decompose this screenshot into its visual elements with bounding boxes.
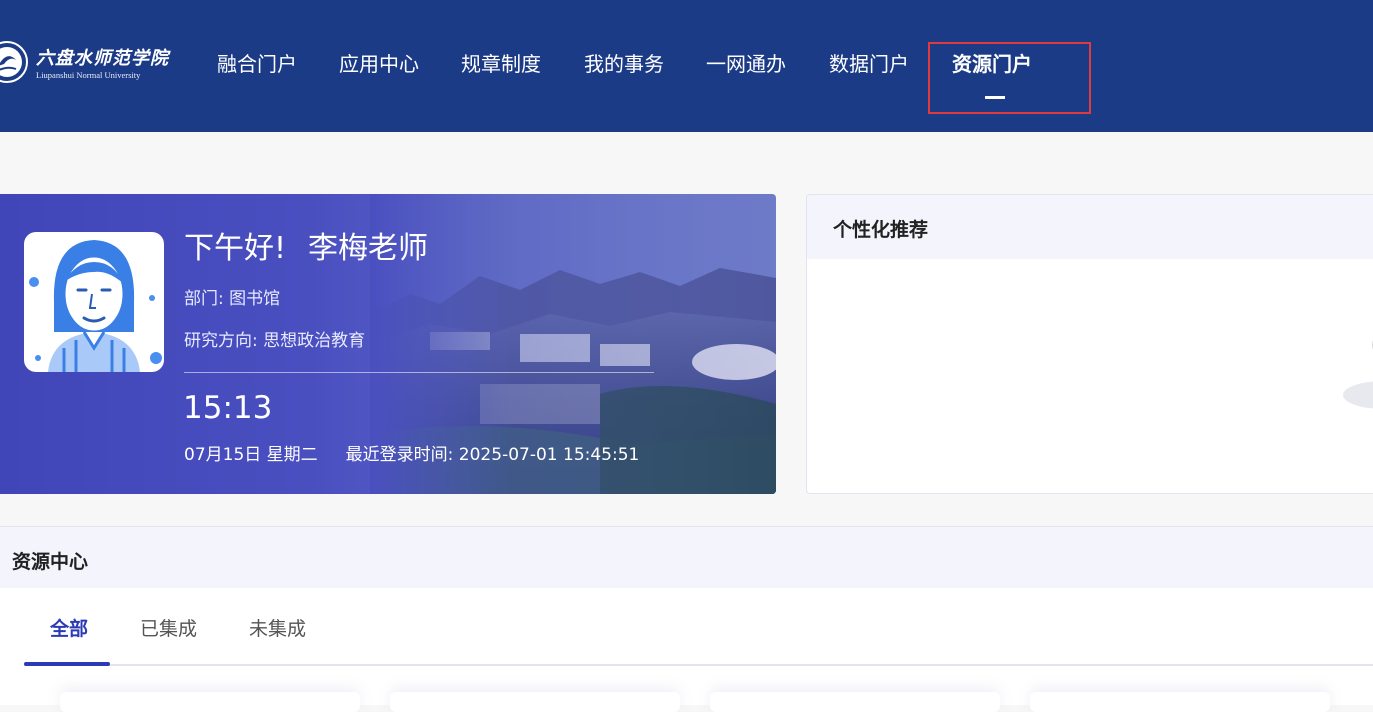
nav-item-portal[interactable]: 融合门户 (217, 50, 297, 78)
tab-all[interactable]: 全部 (50, 614, 88, 641)
resource-card[interactable] (710, 692, 1000, 712)
tab-integrated[interactable]: 已集成 (140, 614, 197, 641)
logo-chinese-name: 六盘水师范学院 (36, 48, 169, 69)
current-time: 15:13 (183, 390, 273, 426)
greeting-text: 下午好! 李梅老师 (184, 230, 428, 268)
tab-active-indicator (24, 662, 110, 666)
date-info: 07月15日 星期二 最近登录时间: 2025-07-01 15:45:51 (184, 440, 639, 465)
teacher-avatar[interactable] (24, 232, 164, 372)
teacher-avatar-icon (29, 240, 162, 372)
last-login-time: 最近登录时间: 2025-07-01 15:45:51 (345, 445, 640, 465)
resource-center-section: 资源中心 全部 已集成 未集成 (0, 526, 1373, 712)
nav-item-my-affairs[interactable]: 我的事务 (584, 50, 664, 78)
greeting-divider (184, 372, 654, 373)
teacher-name: 李梅老师 (308, 231, 429, 266)
nav-item-data-portal[interactable]: 数据门户 (829, 50, 909, 78)
recommend-header: 个性化推荐 (807, 195, 1373, 259)
university-logo[interactable]: 六盘水师范学院 Liupanshui Normal University (0, 36, 176, 92)
nav-highlight-box (928, 42, 1091, 114)
personalized-recommend-panel: 个性化推荐 (806, 194, 1373, 494)
department-text: 部门: 图书馆 (184, 289, 281, 309)
empty-state-illustration-icon (1343, 340, 1373, 409)
nav-item-one-stop[interactable]: 一网通办 (706, 50, 786, 78)
resource-tabs: 全部 已集成 未集成 (24, 588, 1373, 666)
current-date: 07月15日 星期二 (184, 445, 318, 465)
greeting-card: 下午好! 李梅老师 部门: 图书馆 研究方向: 思想政治教育 15:13 07月1… (0, 194, 776, 494)
tab-not-integrated[interactable]: 未集成 (249, 614, 306, 641)
university-emblem-icon (0, 41, 28, 83)
resource-card[interactable] (1030, 692, 1330, 712)
nav-item-app-center[interactable]: 应用中心 (339, 50, 419, 78)
nav-item-regulations[interactable]: 规章制度 (461, 50, 541, 78)
logo-english-name: Liupanshui Normal University (36, 70, 141, 80)
research-direction-text: 研究方向: 思想政治教育 (184, 331, 366, 351)
resource-center-title: 资源中心 (12, 551, 89, 573)
resource-card[interactable] (60, 692, 360, 712)
recommend-title: 个性化推荐 (833, 219, 929, 241)
resource-card[interactable] (390, 692, 680, 712)
resource-center-header: 资源中心 (0, 526, 1373, 588)
top-nav-bar: 六盘水师范学院 Liupanshui Normal University 融合门… (0, 0, 1373, 132)
greeting-salutation: 下午好! (184, 231, 287, 266)
